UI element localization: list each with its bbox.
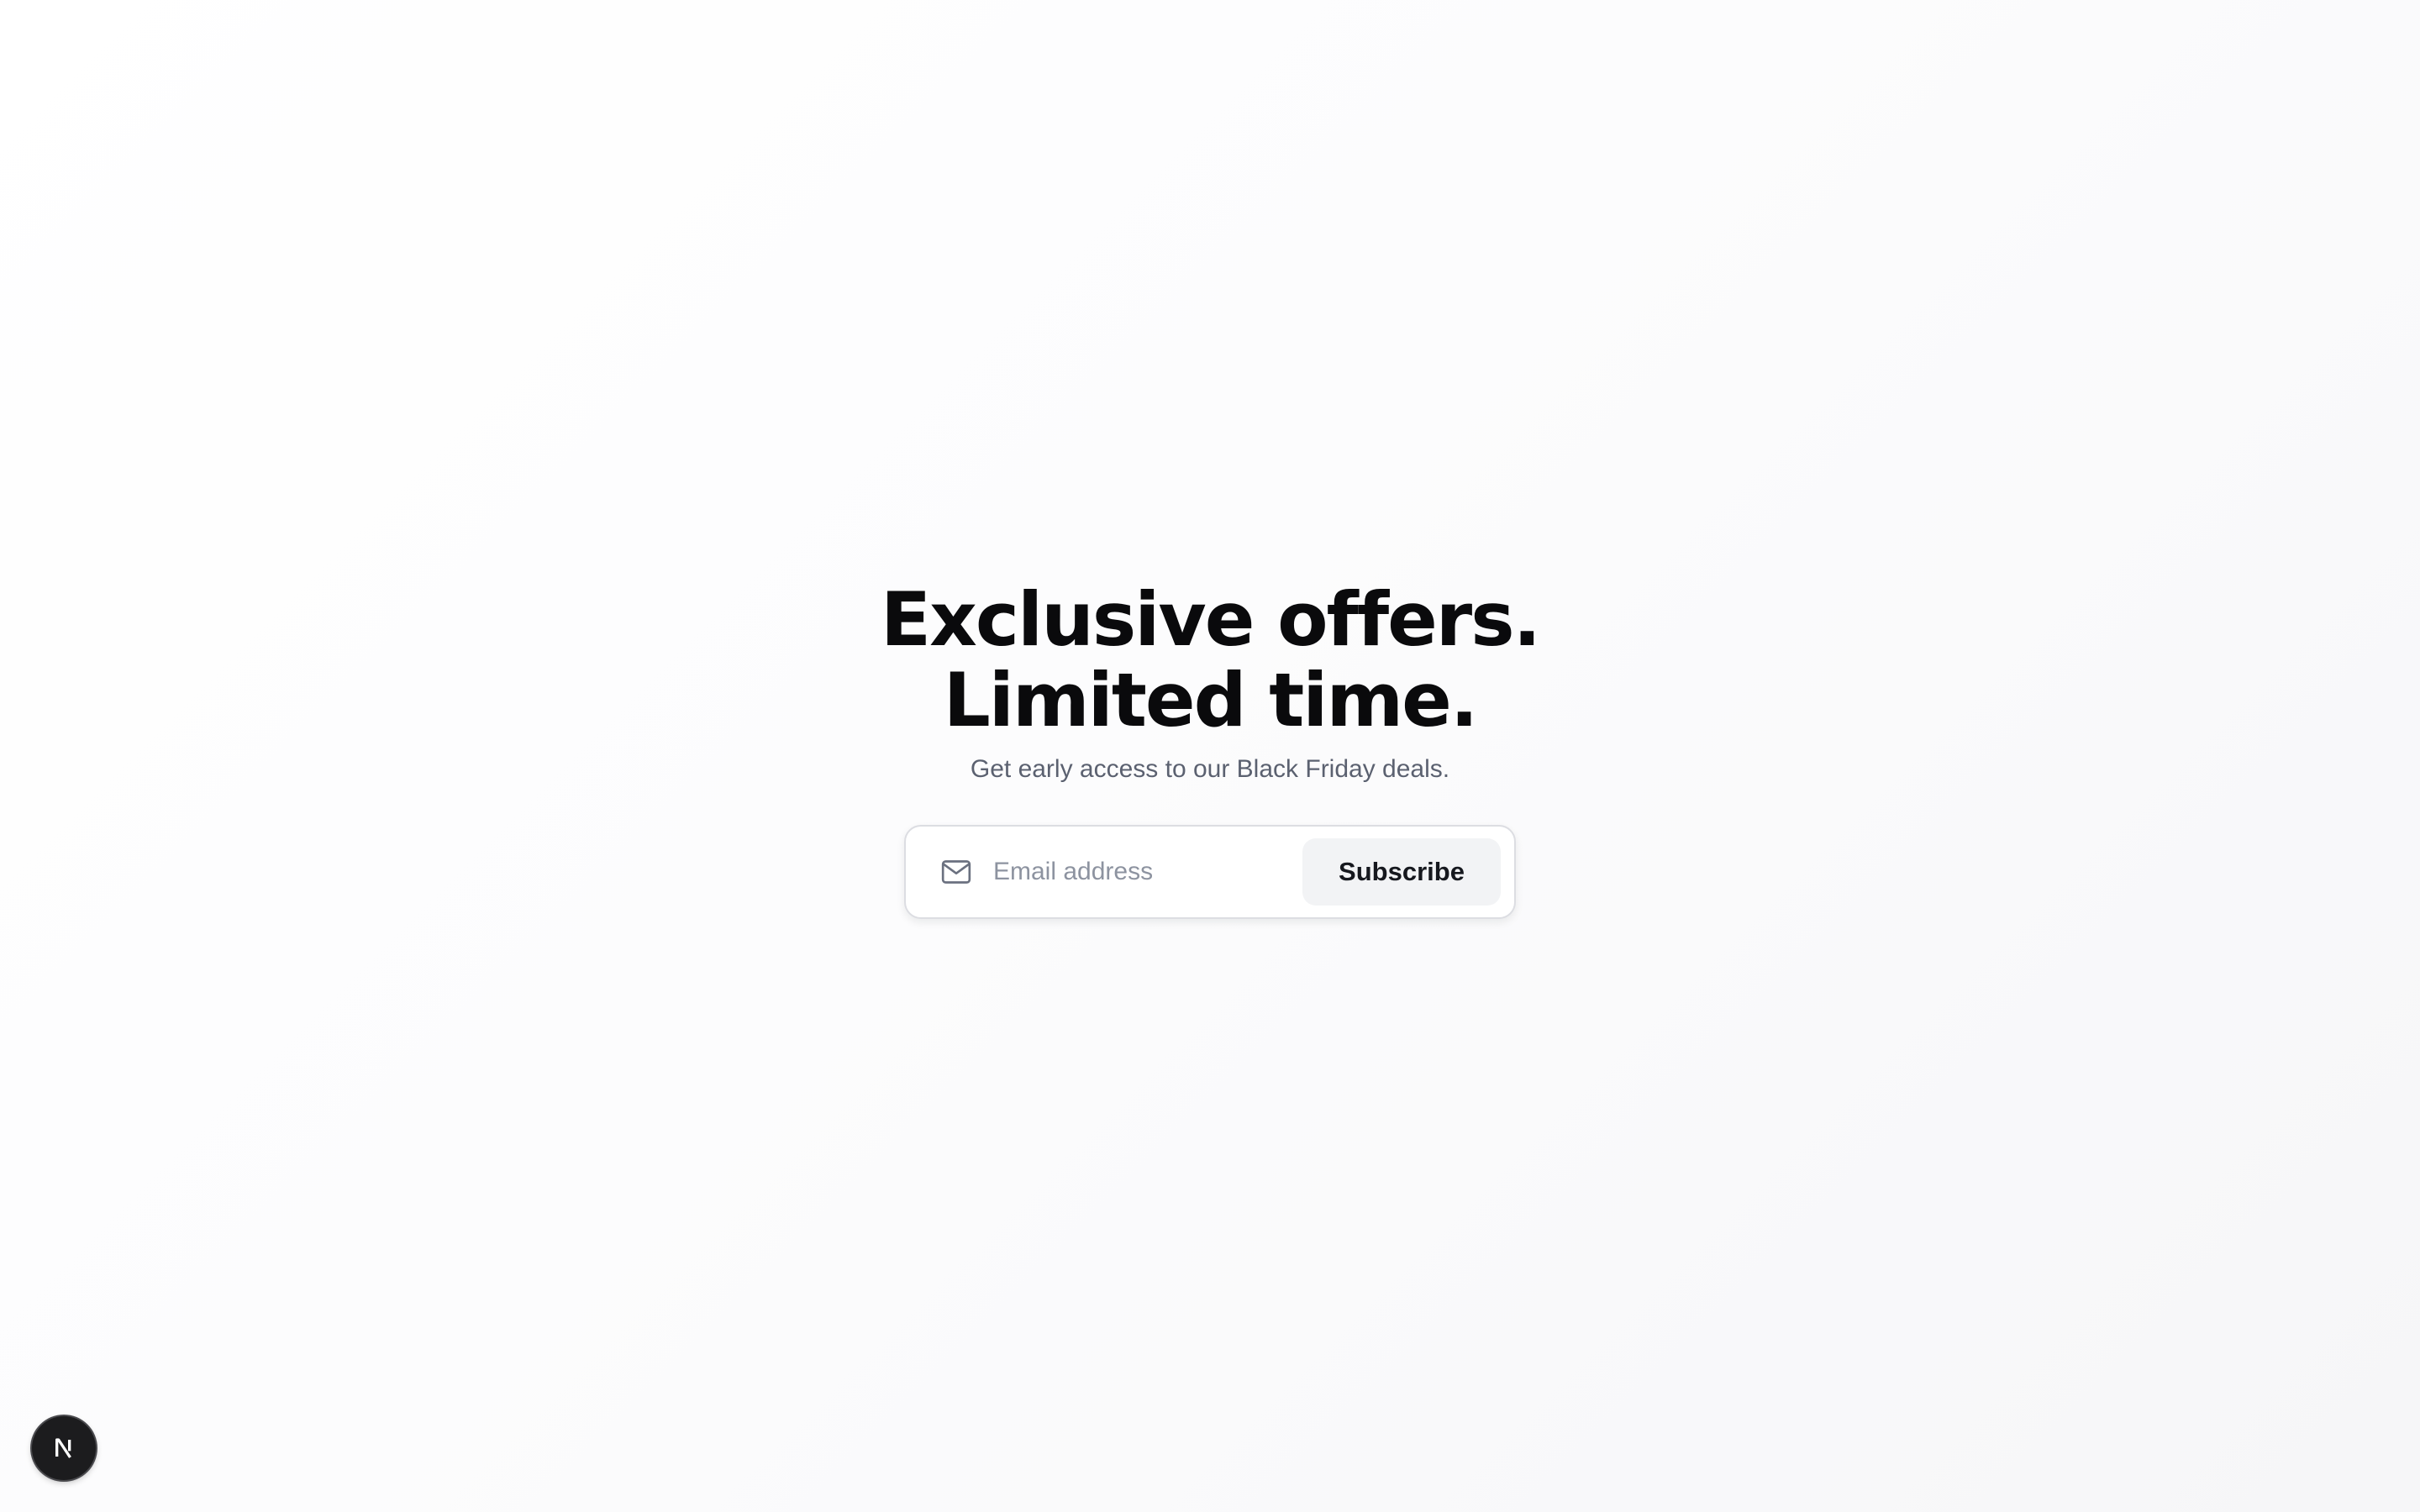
page-title: Exclusive offers. Limited time. [881,576,1541,743]
headline-line-1: Exclusive offers. [881,576,1541,663]
newsletter-form: Subscribe [904,825,1516,919]
email-input[interactable] [993,847,1302,897]
nextjs-logo-icon [55,1438,71,1458]
nextjs-dev-tools-button[interactable] [32,1416,96,1480]
hero-section: Exclusive offers. Limited time. Get earl… [0,580,2420,919]
headline-line-2: Limited time. [943,657,1479,743]
subscribe-button[interactable]: Subscribe [1302,838,1501,906]
mail-icon [939,855,973,889]
page-subtitle: Get early access to our Black Friday dea… [970,755,1450,783]
